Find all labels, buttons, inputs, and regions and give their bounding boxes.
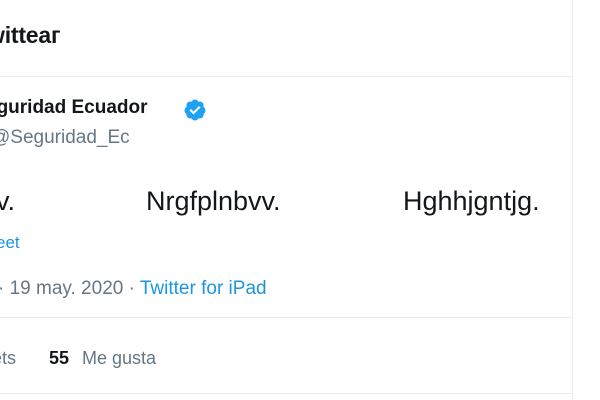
- tweet-source-link[interactable]: Twitter for iPad: [140, 278, 267, 299]
- tweet-date[interactable]: · 19 may. 2020 ·: [0, 278, 135, 299]
- translate-tweet-link[interactable]: eet: [0, 233, 20, 253]
- column-border: [572, 0, 573, 400]
- likes-label[interactable]: Me gusta: [82, 348, 156, 369]
- tweet-meta: · 19 may. 2020 · Twitter for iPad: [0, 278, 267, 300]
- retweets-label[interactable]: ets: [0, 348, 16, 369]
- tweet-text-part: Nrgfplnbvv.: [146, 186, 281, 216]
- page-title: witteaг: [0, 22, 61, 48]
- likes-count[interactable]: 55: [49, 348, 69, 369]
- page-header: witteaг: [0, 0, 572, 77]
- tweet-text-part: Hghhjgntjg.: [403, 186, 540, 216]
- author-handle[interactable]: @Seguridad_Ec: [0, 127, 130, 149]
- divider: [0, 317, 572, 318]
- author-name[interactable]: eguridad Ecuador: [0, 97, 148, 119]
- tweet-text-part: v.: [0, 186, 15, 216]
- verified-badge-icon: [184, 99, 206, 121]
- divider: [0, 393, 572, 394]
- handle-text: Seguridad_Ec: [10, 127, 130, 148]
